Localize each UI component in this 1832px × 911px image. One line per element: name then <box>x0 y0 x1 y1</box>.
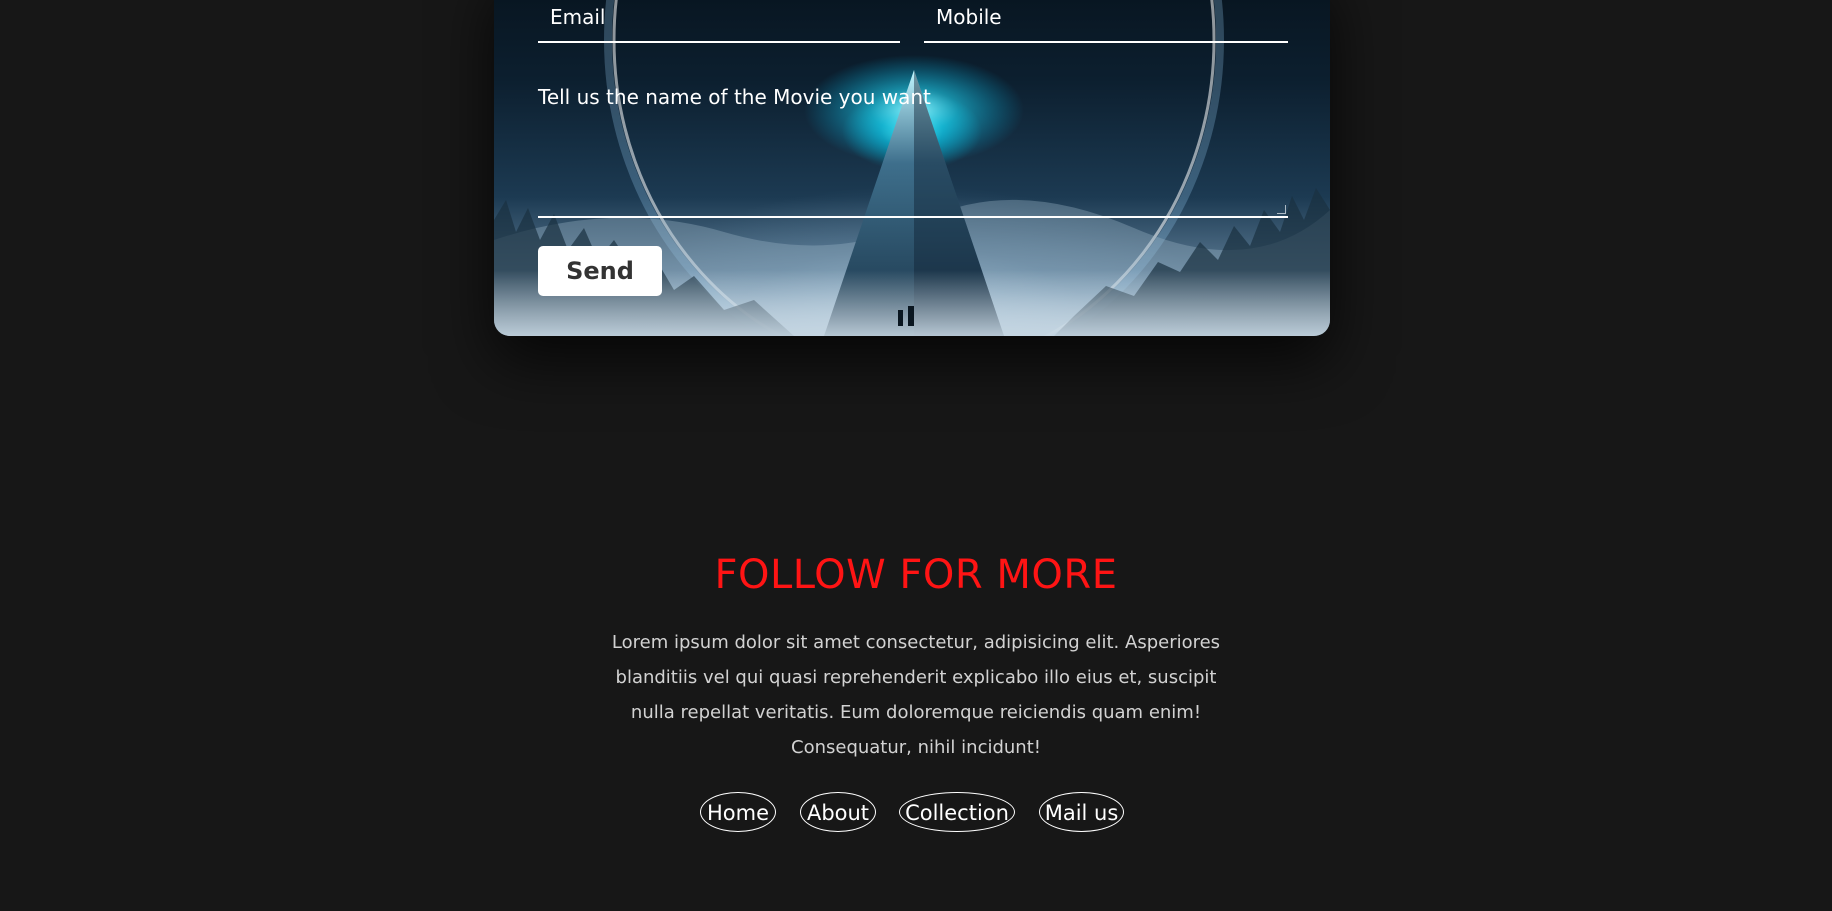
movie-request-textarea[interactable]: Tell us the name of the Movie you want <box>538 65 1288 218</box>
textarea-resize-handle[interactable] <box>1277 205 1286 214</box>
contact-form-card: Email Mobile Tell us the name of the Mov… <box>494 0 1330 336</box>
email-field-label: Email <box>550 5 606 29</box>
send-button[interactable]: Send <box>538 246 662 296</box>
follow-section-text: Lorem ipsum dolor sit amet consectetur, … <box>611 632 1221 758</box>
footer-link-home[interactable]: Home <box>700 792 776 832</box>
mobile-field[interactable]: Mobile <box>924 0 1288 43</box>
mobile-field-label: Mobile <box>936 5 1002 29</box>
footer-link-about[interactable]: About <box>800 792 876 832</box>
movie-request-placeholder: Tell us the name of the Movie you want <box>538 85 931 109</box>
email-field[interactable]: Email <box>538 0 900 43</box>
footer-link-collection[interactable]: Collection <box>899 792 1015 832</box>
follow-section-title: FOLLOW FOR MORE <box>714 552 1118 598</box>
footer-link-mail-us[interactable]: Mail us <box>1039 792 1124 832</box>
footer-nav: Home About Collection Mail us <box>0 792 1832 834</box>
